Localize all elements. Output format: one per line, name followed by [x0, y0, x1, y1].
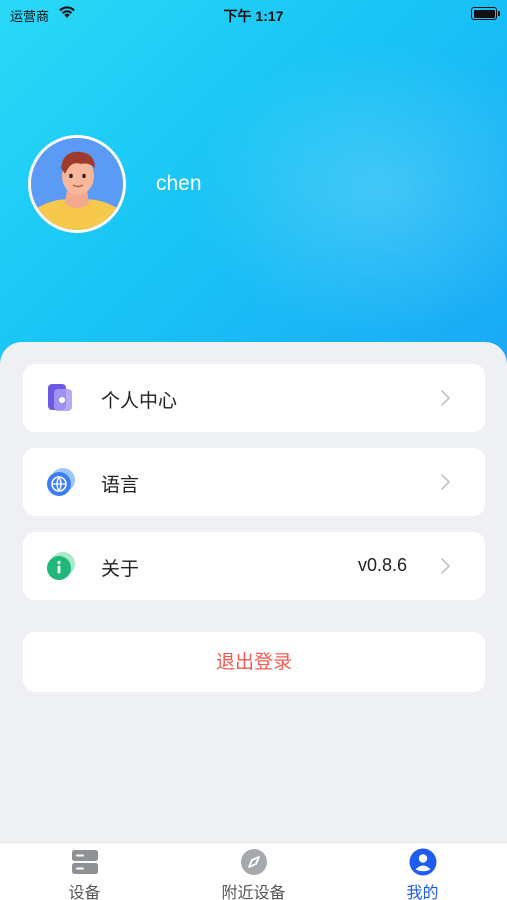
menu-item-personal-center[interactable]: 个人中心: [23, 364, 485, 432]
tab-mine[interactable]: 我的: [338, 843, 507, 900]
compass-icon: [240, 848, 268, 876]
tab-nearby-devices[interactable]: 附近设备: [169, 843, 338, 900]
menu-item-label: 语言: [101, 474, 140, 496]
app-version: v0.8.6: [357, 555, 407, 575]
battery-icon: [471, 7, 500, 20]
logout-button[interactable]: 退出登录: [23, 632, 485, 692]
username: chen: [156, 172, 202, 195]
tab-bar: 设备 附近设备 我的: [0, 842, 507, 900]
status-bar: 运营商 下午 1:17: [0, 0, 507, 28]
menu-item-label: 关于: [101, 558, 140, 580]
chevron-right-icon: [435, 472, 455, 492]
status-time: 下午 1:17: [223, 8, 284, 24]
device-list-icon: [71, 848, 99, 876]
menu-item-about[interactable]: 关于 v0.8.6: [23, 532, 485, 600]
menu-item-language[interactable]: 语言: [23, 448, 485, 516]
tab-label: 附近设备: [221, 883, 286, 900]
chevron-right-icon: [435, 388, 455, 408]
tab-devices[interactable]: 设备: [0, 843, 169, 900]
menu-item-label: 个人中心: [101, 390, 178, 412]
tab-label: 设备: [68, 883, 101, 900]
tab-label: 我的: [406, 883, 439, 900]
user-center-icon: [45, 382, 77, 414]
person-icon: [409, 848, 437, 876]
globe-icon: [45, 466, 77, 498]
avatar[interactable]: [28, 135, 126, 233]
chevron-right-icon: [435, 556, 455, 576]
info-icon: [45, 550, 77, 582]
